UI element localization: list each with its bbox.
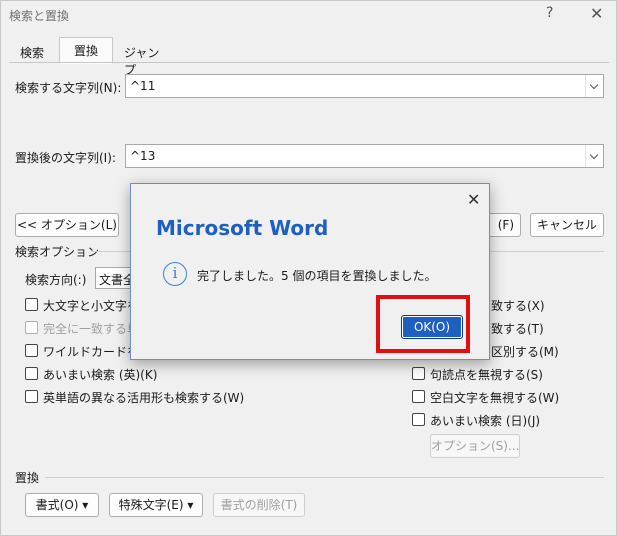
- replace-section-heading: 置換: [15, 471, 40, 485]
- help-icon[interactable]: ?: [546, 5, 553, 21]
- checkbox-label: あいまい検索 (日)(J): [430, 414, 541, 428]
- chevron-down-icon[interactable]: [585, 145, 603, 167]
- title-bar: 検索と置換 ? ✕: [1, 1, 616, 31]
- tab-divider: [9, 62, 609, 63]
- chevron-down-icon[interactable]: [585, 75, 603, 97]
- checkbox-label: 完全に一致する単: [43, 322, 140, 336]
- checkbox-icon[interactable]: [25, 367, 38, 380]
- direction-label: 検索方向(:): [25, 273, 87, 287]
- find-value: ^11: [130, 79, 156, 93]
- replace-label: 置換後の文字列(I):: [15, 151, 116, 165]
- divider: [45, 477, 604, 478]
- tab-find[interactable]: 検索: [11, 39, 57, 63]
- replace-value: ^13: [130, 149, 156, 163]
- highlight-annotation: [376, 295, 470, 353]
- format-button[interactable]: 書式(O) ▾: [25, 493, 99, 517]
- checkbox-icon[interactable]: [25, 298, 38, 311]
- match-prefix-label: 致する(X): [491, 299, 545, 313]
- find-input[interactable]: ^11: [125, 74, 604, 98]
- fuzzy-options-button: オプション(S)...: [430, 434, 520, 458]
- dialog-title: Microsoft Word: [156, 216, 329, 240]
- replace-input[interactable]: ^13: [125, 144, 604, 168]
- checkbox-icon: [25, 321, 38, 334]
- checkbox-label: あいまい検索 (英)(K): [43, 368, 158, 382]
- checkbox-icon[interactable]: [412, 390, 425, 403]
- tab-goto[interactable]: ジャンプ: [115, 39, 179, 77]
- close-icon[interactable]: ✕: [467, 190, 480, 209]
- tab-replace[interactable]: 置換: [59, 37, 113, 64]
- find-label: 検索する文字列(N):: [15, 81, 122, 95]
- window-title: 検索と置換: [9, 9, 70, 23]
- close-icon[interactable]: ✕: [590, 4, 603, 23]
- dialog-message: 完了しました。5 個の項目を置換しました。: [197, 269, 437, 283]
- info-icon: i: [163, 262, 187, 286]
- options-button[interactable]: << オプション(L): [15, 213, 119, 237]
- checkbox-label: 英単語の異なる活用形も検索する(W): [43, 391, 245, 405]
- checkbox-icon[interactable]: [412, 367, 425, 380]
- clear-format-button: 書式の削除(T): [213, 493, 305, 517]
- checkbox-label: 空白文字を無視する(W): [430, 391, 560, 405]
- cancel-button[interactable]: キャンセル: [530, 213, 604, 237]
- match-suffix-label: 致する(T): [491, 322, 544, 336]
- checkbox-icon[interactable]: [25, 344, 38, 357]
- search-options-heading: 検索オプション: [15, 245, 100, 259]
- checkbox-label: 句読点を無視する(S): [430, 368, 543, 382]
- direction-select[interactable]: 文書全: [95, 267, 135, 289]
- checkbox-label: 大文字と小文字を: [43, 299, 140, 313]
- checkbox-icon[interactable]: [412, 413, 425, 426]
- checkbox-icon[interactable]: [25, 390, 38, 403]
- special-button[interactable]: 特殊文字(E) ▾: [109, 493, 203, 517]
- width-sensitive-label: 区別する(M): [491, 345, 559, 359]
